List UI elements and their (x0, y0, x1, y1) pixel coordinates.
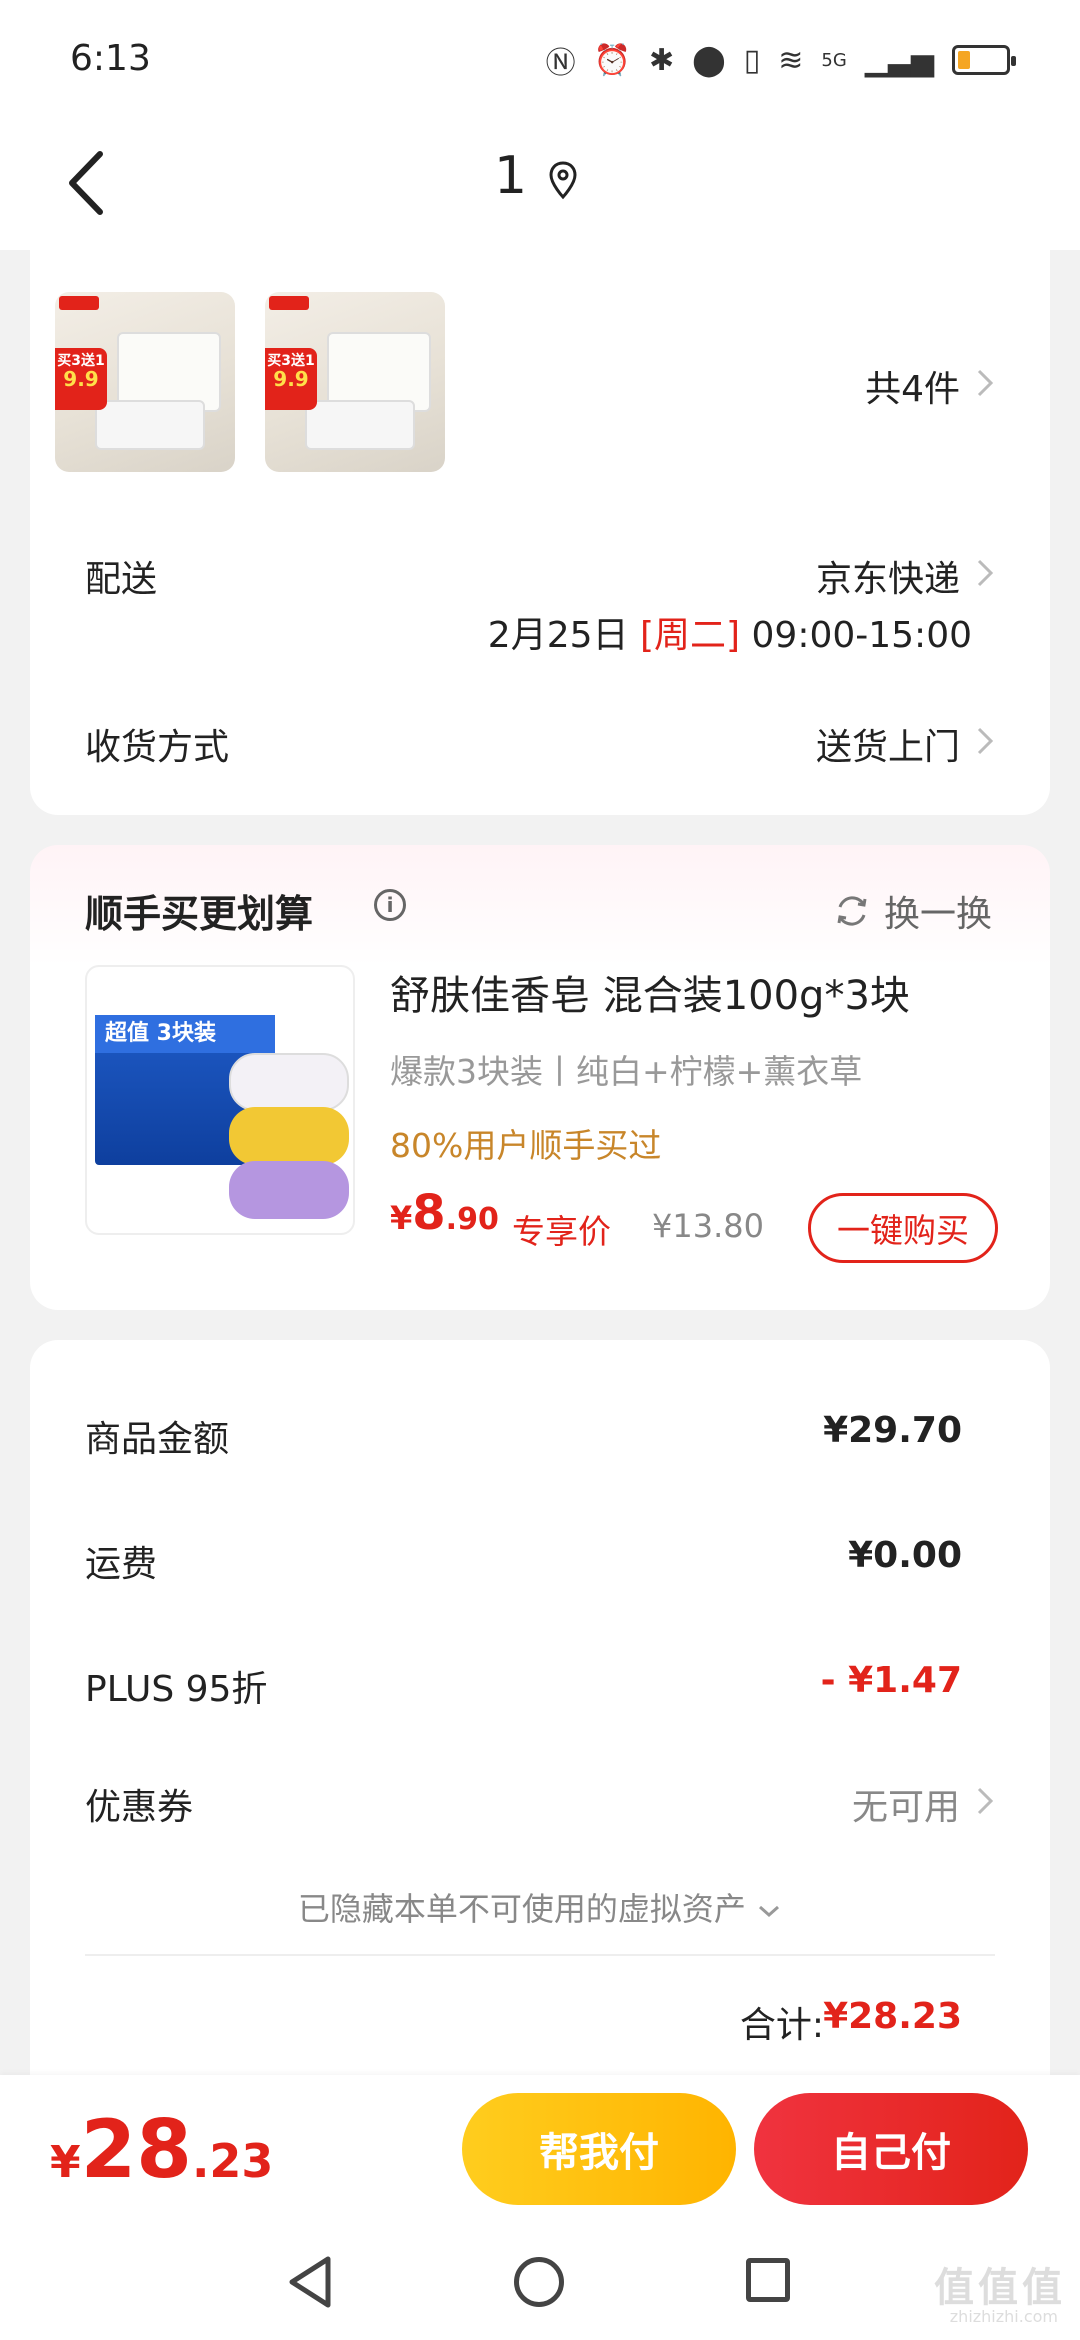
plus-discount-amount: - ¥1.47 (820, 1660, 962, 1701)
promo-tag: 买3送1 9.9 (265, 348, 317, 410)
hidden-assets-toggle[interactable]: 已隐藏本单不可使用的虚拟资产 (30, 1884, 1050, 1930)
chevron-down-icon (759, 1905, 780, 1918)
shipping-label: 运费 (85, 1544, 158, 1585)
signal-icon: ▁▃▅ (864, 42, 934, 78)
goods-amount-label: 商品金额 (85, 1419, 230, 1460)
upsell-product-spec: 爆款3块装丨纯白+柠檬+薰衣草 (390, 1052, 863, 1091)
exclusive-price-label: 专享价 (512, 1212, 611, 1251)
alarm-icon: ⏰ (593, 42, 631, 78)
coupon-value[interactable]: 无可用 (852, 1778, 960, 1830)
upsell-product-price: ¥8.90 (390, 1185, 499, 1241)
product-thumbnail[interactable]: 买3送1 9.9 (55, 292, 235, 472)
nfc-icon: Ⓝ (545, 46, 576, 81)
chevron-right-icon[interactable] (976, 726, 994, 756)
upsell-product-hint: 80%用户顺手买过 (390, 1126, 662, 1165)
tissue-pack-image (305, 400, 415, 450)
status-time: 6:13 (70, 38, 151, 79)
pay-total-price: ¥28.23 (50, 2103, 274, 2196)
receive-method-label: 收货方式 (85, 727, 230, 768)
delivery-label: 配送 (85, 559, 158, 600)
soap-bar-white (229, 1053, 349, 1111)
network-label: 5G (821, 49, 847, 71)
refresh-label: 换一换 (883, 894, 992, 935)
status-bar: 6:13 Ⓝ ⏰ ✱ ⬤ ▯ ≋ 5G ▁▃▅ (0, 0, 1080, 120)
upsell-title: 顺手买更划算 (85, 892, 314, 936)
chevron-right-icon[interactable] (976, 368, 994, 398)
original-price: ¥13.80 (652, 1207, 764, 1245)
help-me-pay-button[interactable]: 帮我付 (462, 2093, 736, 2205)
soap-bar-lemon (229, 1107, 349, 1165)
page-title: 1 (494, 146, 528, 206)
tissue-pack-image (95, 400, 205, 450)
status-icons: Ⓝ ⏰ ✱ ⬤ ▯ ≋ 5G ▁▃▅ (545, 38, 1016, 82)
battery-icon (952, 45, 1016, 75)
upsell-card: 顺手买更划算 i 换一换 超值 3块装 舒肤佳香皂 混合装100g*3块 爆款3… (30, 845, 1050, 1310)
delivery-window: 09:00-15:00 (751, 615, 972, 656)
delivery-date: 2月25日 (487, 615, 629, 656)
soap-bar-lavender (229, 1161, 349, 1219)
wifi-icon: ≋ (778, 42, 804, 78)
total-label: 合计: (739, 2005, 824, 2046)
chevron-right-icon[interactable] (976, 1786, 994, 1816)
product-thumbnail[interactable]: 买3送1 9.9 (265, 292, 445, 472)
delivery-time[interactable]: 2月25日 [周二] 09:00-15:00 (488, 606, 972, 658)
location-icon: ⬤ (692, 42, 726, 78)
info-icon[interactable]: i (374, 889, 406, 921)
watermark-url: zhizhizhi.com (949, 2307, 1058, 2326)
total-amount: ¥28.23 (823, 1996, 962, 2037)
bluetooth-icon: ✱ (649, 42, 675, 78)
price-summary-card: 商品金额 ¥29.70 运费 ¥0.00 PLUS 95折 - ¥1.47 优惠… (30, 1340, 1050, 2080)
system-recent-apps-icon[interactable] (746, 2258, 790, 2302)
hidden-assets-note: 已隐藏本单不可使用的虚拟资产 (297, 1890, 746, 1928)
goods-count[interactable]: 共4件 (865, 360, 960, 412)
plus-discount-label: PLUS 95折 (85, 1669, 268, 1710)
watermark: 值值值 (934, 2265, 1066, 2311)
location-pin-icon[interactable] (548, 160, 578, 200)
pay-myself-button[interactable]: 自己付 (754, 2093, 1028, 2205)
brand-logo (269, 296, 309, 310)
refresh-button[interactable]: 换一换 (834, 885, 992, 937)
system-back-icon[interactable] (286, 2255, 336, 2309)
vibrate-icon: ▯ (743, 42, 761, 78)
upsell-product-image[interactable]: 超值 3块装 (85, 965, 355, 1235)
back-arrow-icon[interactable] (60, 148, 120, 218)
upsell-product-name[interactable]: 舒肤佳香皂 混合装100g*3块 (390, 963, 910, 1021)
one-click-buy-button[interactable]: 一键购买 (808, 1193, 998, 1263)
bottom-pay-bar: ¥28.23 帮我付 自己付 (0, 2075, 1080, 2225)
refresh-icon (837, 896, 867, 926)
goods-amount: ¥29.70 (823, 1410, 962, 1451)
soap-box-label: 超值 3块装 (95, 1015, 275, 1053)
chevron-right-icon[interactable] (976, 558, 994, 588)
nav-bar: 1 (0, 120, 1080, 250)
receive-method-value[interactable]: 送货上门 (816, 718, 960, 770)
system-home-icon[interactable] (514, 2257, 564, 2307)
delivery-weekday: [周二] (639, 615, 741, 656)
promo-tag: 买3送1 9.9 (55, 348, 107, 410)
shipping-amount: ¥0.00 (848, 1535, 962, 1576)
brand-logo (59, 296, 99, 310)
delivery-carrier[interactable]: 京东快递 (816, 550, 960, 602)
coupon-label: 优惠券 (85, 1787, 194, 1828)
order-goods-card: 买3送1 9.9 买3送1 9.9 共4件 配送 京东快递 2月25日 [周二] 0… (30, 250, 1050, 815)
system-nav-bar: 值值值 zhizhizhi.com (0, 2225, 1080, 2340)
divider (85, 1954, 995, 1956)
